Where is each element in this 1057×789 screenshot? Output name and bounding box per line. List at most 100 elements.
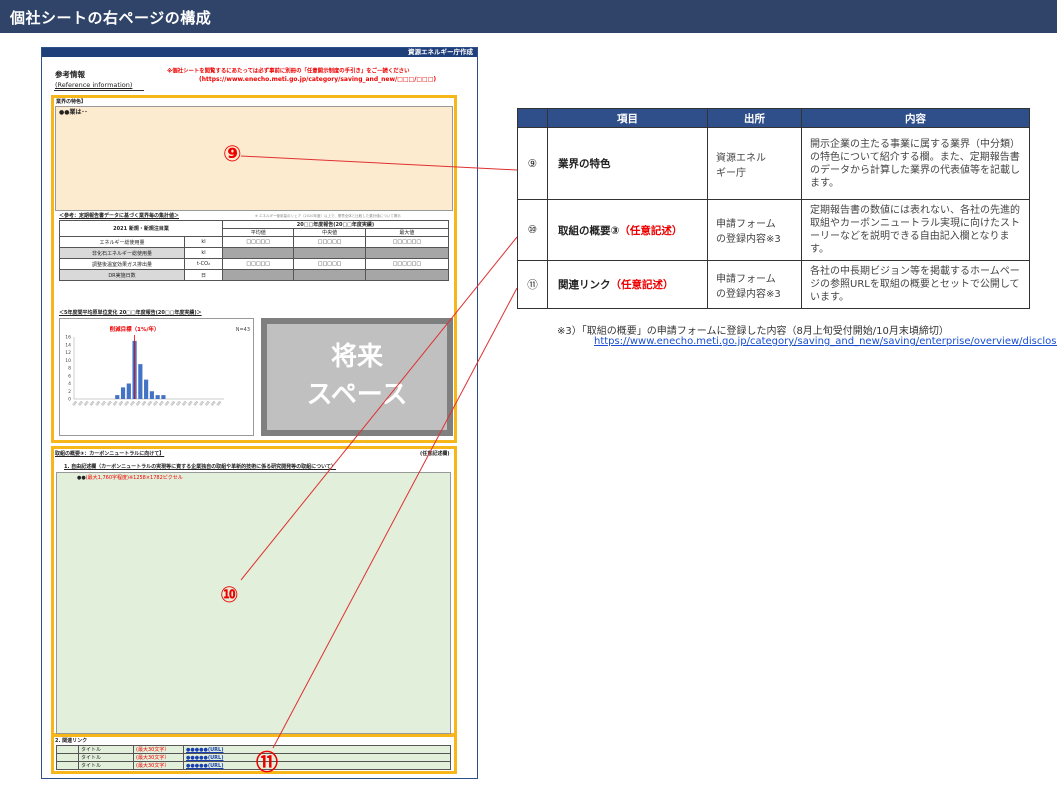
metrics-col-median: 中央値 <box>293 228 366 237</box>
free-text-box: ●●(最大1,760字程度)※1258×1782ピクセル <box>56 472 451 734</box>
n-label: N=43 <box>236 327 250 333</box>
target-annotation: 削減目標（1%/年） <box>110 325 160 333</box>
metrics-cell <box>293 269 366 281</box>
col-header-num <box>517 108 548 128</box>
metrics-row-unit: kl <box>184 247 223 259</box>
table-row: DR実施日数 日 <box>59 269 450 281</box>
metrics-period: 20□□年度報告(20□□年度実績) <box>222 220 449 229</box>
metrics-head-left: 2021 新規・新規注目業 <box>59 220 223 237</box>
link-url[interactable]: ●●●●●(URL) <box>183 745 451 754</box>
metrics-table: 2021 新規・新規注目業 20□□年度報告(20□□年度実績) 平均値 中央値… <box>59 220 450 281</box>
metrics-row-label: 調整後温室効果ガス排出量 <box>59 258 185 270</box>
row-content: 定期報告書の数値には表れない、各社の先進的取組やカーボンニュートラル実現に向けた… <box>801 199 1030 261</box>
row-num: ⑪ <box>517 260 548 309</box>
metrics-cell <box>221 269 295 281</box>
free-text-placeholder: (最大1,760字程度)※1258×1782ピクセル <box>85 475 183 481</box>
marker-11: ⑪ <box>256 751 279 776</box>
notice-line-2: (https://www.enecho.meti.go.jp/category/… <box>199 76 437 83</box>
row-num: ⑨ <box>517 127 548 200</box>
row-source: 申請フォーム の登録内容※3 <box>707 199 802 261</box>
y-tick-label: 12 <box>65 350 71 356</box>
y-tick-label: 0 <box>68 397 71 403</box>
marker-9: ⑨ <box>223 142 242 167</box>
metrics-row-unit: kl <box>184 236 223 248</box>
metrics-cell <box>221 247 295 259</box>
row-item: 取組の概要③ <box>558 224 620 237</box>
ref-title: 参考情報 <box>55 70 85 79</box>
page-header: 個社シートの右ページの構成 <box>0 0 1057 33</box>
row-source: 申請フォーム の登録内容※3 <box>707 260 802 309</box>
metrics-row-unit: 日 <box>184 269 223 281</box>
table-row: 調整後温室効果ガス排出量 t-CO₂ □□□□□ □□□□□ □□□□□□ <box>59 258 450 270</box>
y-tick-label: 10 <box>65 358 71 364</box>
metrics-cell <box>293 247 366 259</box>
future-space-line-2: スペース <box>306 380 408 410</box>
industry-title: 業界の特色】 <box>56 99 87 105</box>
table-row: ⑨ 業界の特色 資源エネル ギー庁 開示企業の主たる事業に属する業界（中分類）の… <box>517 127 1030 200</box>
future-space: 将来 スペース <box>261 318 453 436</box>
metrics-row-unit: t-CO₂ <box>184 258 223 270</box>
footnote-text: ※3）「取組の概要」の申請フォームに登録した内容（8月上旬受付開始/10月末頃締… <box>557 326 949 337</box>
y-tick-label: 14 <box>65 342 71 348</box>
metrics-cell <box>364 269 450 281</box>
metrics-cell: □□□□□□ <box>364 236 450 248</box>
footnote-link[interactable]: https://www.enecho.meti.go.jp/category/s… <box>594 336 1057 347</box>
future-space-line-1: 将来 <box>330 342 383 372</box>
metrics-cell: □□□□□ <box>221 258 295 270</box>
table-row: タイトル (最大30文字） ●●●●●(URL) <box>56 753 451 762</box>
table-row: 非化石エネルギー総使用量 kl <box>59 247 450 259</box>
metrics-cell: □□□□□ <box>293 258 366 270</box>
metrics-cell: □□□□□ <box>221 236 295 248</box>
link-limit: (最大30文字） <box>133 753 184 762</box>
link-title: タイトル <box>78 753 134 762</box>
notice-line-1: ※個社シートを閲覧するにあたっては必ず事前に別冊の「任意開示制度の手引き」をご一… <box>167 68 410 75</box>
histogram-bar <box>126 383 131 399</box>
link-limit: (最大30文字） <box>133 761 184 770</box>
y-tick-label: 2 <box>68 389 71 395</box>
metrics-cell: □□□□□ <box>293 236 366 248</box>
table-row: タイトル (最大30文字） ●●●●●(URL) <box>56 761 451 770</box>
histogram-bar <box>155 395 160 399</box>
ref-subtitle: (Reference information) <box>55 81 133 89</box>
link-title: タイトル <box>78 745 134 754</box>
col-header-item: 項目 <box>547 108 708 128</box>
y-tick-label: 8 <box>68 366 71 372</box>
links-table: タイトル (最大30文字） ●●●●●(URL) タイトル (最大30文字） ●●●●●… <box>56 745 451 770</box>
description-table: 項目 出所 内容 ⑨ 業界の特色 資源エネル ギー庁 開示企業の主たる事業に属す… <box>517 108 1030 309</box>
table-row: ⑪ 関連リンク（任意記述） 申請フォーム の登録内容※3 各社の中長期ビジョン等… <box>517 260 1030 309</box>
metrics-heading: ＜参考：定期報告書データに基づく業界毎の集計値＞ <box>59 213 180 219</box>
page-title: 個社シートの右ページの構成 <box>10 9 212 27</box>
histogram-bar <box>120 387 126 399</box>
table-row: ⑩ 取組の概要③（任意記述） 申請フォーム の登録内容※3 定期報告書の数値には… <box>517 199 1030 261</box>
ref-divider <box>54 90 144 91</box>
row-source: 資源エネル ギー庁 <box>707 127 802 200</box>
industry-text-box: ●●業は･･ <box>55 106 453 211</box>
histogram-bar <box>115 395 120 399</box>
metrics-cell: □□□□□□ <box>364 258 450 270</box>
col-header-content: 内容 <box>801 108 1030 128</box>
histogram-bar <box>138 364 143 399</box>
metrics-cell <box>364 247 450 259</box>
link-url[interactable]: ●●●●●(URL) <box>183 753 451 762</box>
col-header-source: 出所 <box>707 108 802 128</box>
overview-optional: (任意記述欄) <box>420 451 450 457</box>
link-title: タイトル <box>78 761 134 770</box>
sheet-top-label: 資源エネルギー庁作成 <box>408 48 473 56</box>
table-row: エネルギー総使用量 kl □□□□□ □□□□□ □□□□□□ <box>59 236 450 248</box>
link-url[interactable]: ●●●●●(URL) <box>183 761 451 770</box>
metrics-note: ※ エネルギー使用量のシェア（2020年度）以上で、業界全体と比較した集計値につ… <box>255 214 401 218</box>
marker-10: ⑩ <box>220 583 239 608</box>
industry-text: ●●業は･･ <box>59 109 88 116</box>
y-tick-label: 16 <box>65 335 71 341</box>
free-text-bullet: ●● <box>77 475 86 481</box>
link-limit: (最大30文字） <box>133 745 184 754</box>
histogram-heading: ＜5年度間平均原単位変化 20□□年度報告(20□□年度実績)＞ <box>59 310 202 316</box>
metrics-col-max: 最大値 <box>364 228 450 237</box>
histogram-chart: 0246810121416▯▯▯ ▯▯▯ ▯▯▯ ▯▯▯ ▯▯▯ ▯▯▯ ▯▯▯ ▯▯▯ ▯▯▯… <box>65 325 250 406</box>
row-optional: （任意記述） <box>619 224 683 237</box>
links-title: 2. 関連リンク <box>55 738 88 744</box>
metrics-row-label: 非化石エネルギー総使用量 <box>59 247 185 259</box>
row-item: 関連リンク <box>558 279 611 291</box>
metrics-row-label: エネルギー総使用量 <box>59 236 185 248</box>
metrics-row-label: DR実施日数 <box>59 269 185 281</box>
